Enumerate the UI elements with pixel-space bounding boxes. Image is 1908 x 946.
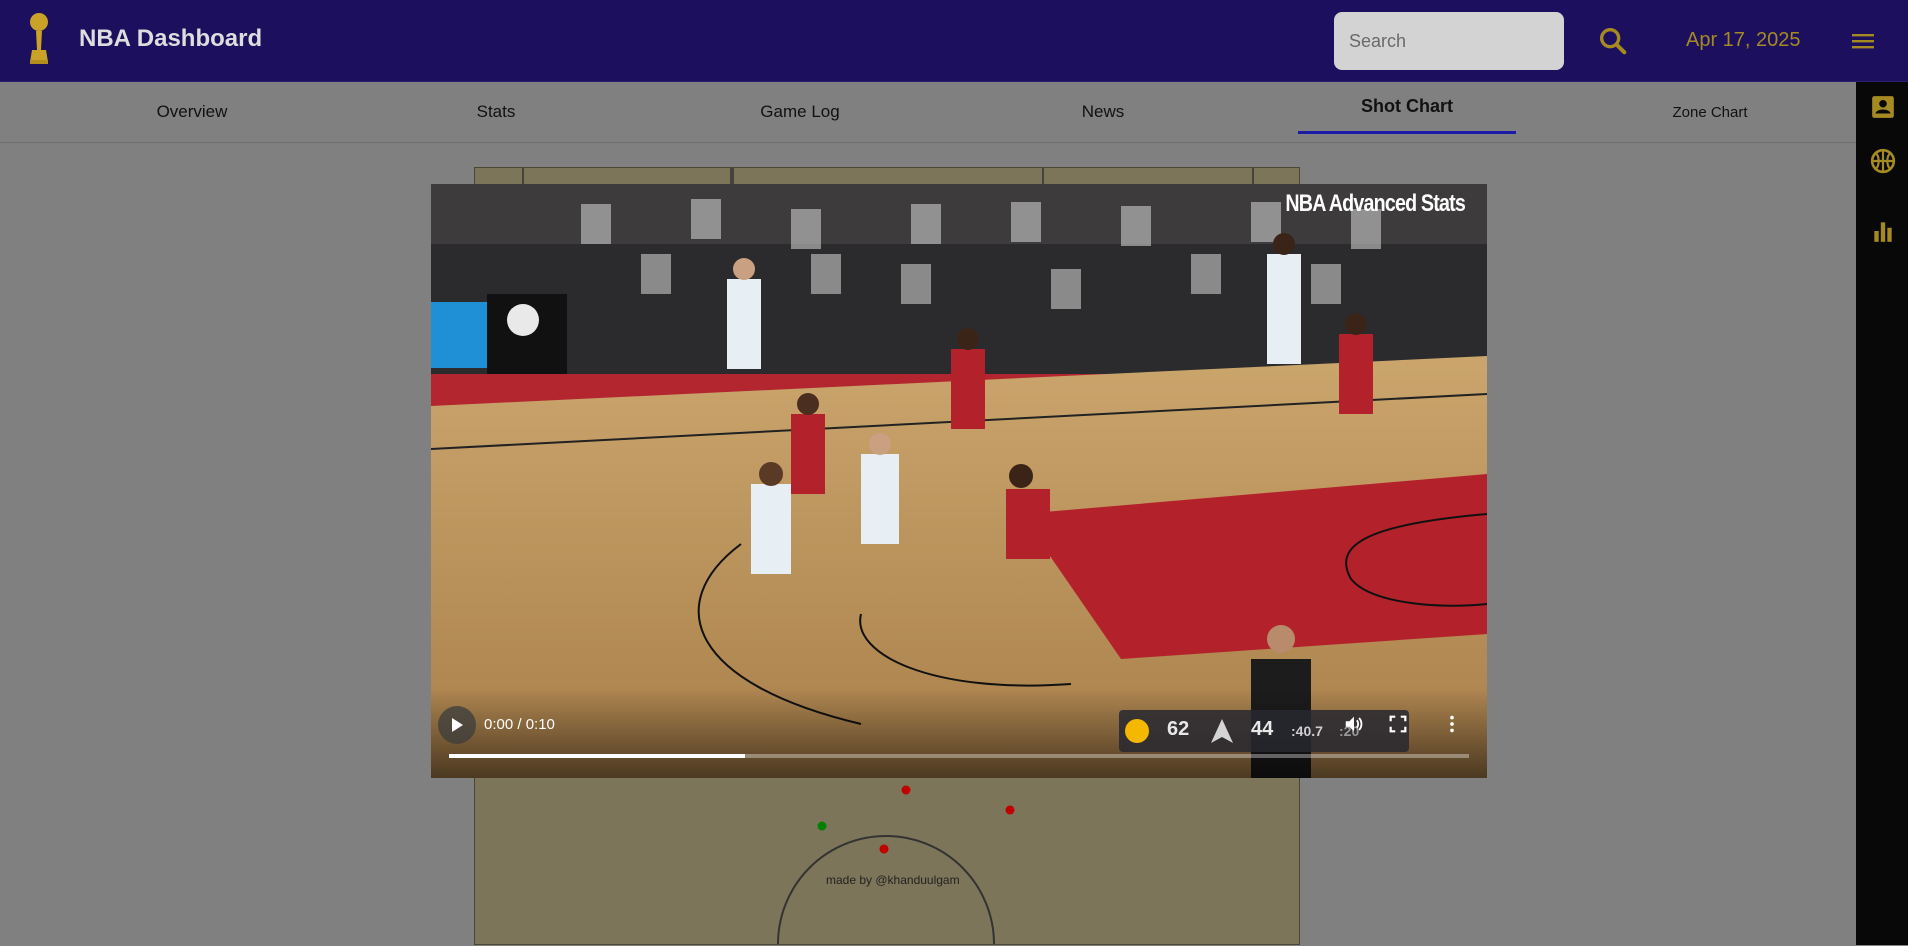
video-watermark: NBA Advanced Stats xyxy=(1285,190,1465,217)
current-date: Apr 17, 2025 xyxy=(1686,29,1801,51)
scorebug: 62 44 :40.7 :20 xyxy=(1119,710,1409,752)
team-logo-icon xyxy=(1125,719,1149,743)
player-card-icon[interactable] xyxy=(1870,94,1896,120)
tab-bar: Overview Stats Game Log News Shot Chart … xyxy=(0,82,1856,143)
shot-marker[interactable] xyxy=(879,844,889,854)
time-display: 0:00 / 0:10 xyxy=(484,716,555,733)
tab-stats[interactable]: Stats xyxy=(396,82,596,142)
tab-shot-chart[interactable]: Shot Chart xyxy=(1298,82,1516,134)
away-score: 62 xyxy=(1167,718,1190,740)
home-score: 44 xyxy=(1251,718,1274,740)
basketball-icon[interactable] xyxy=(1870,148,1896,174)
progress-fill xyxy=(449,754,745,758)
tab-news[interactable]: News xyxy=(1003,82,1203,142)
more-options-icon[interactable] xyxy=(1441,713,1463,735)
hamburger-menu-icon[interactable] xyxy=(1852,31,1874,51)
volume-icon[interactable] xyxy=(1343,713,1365,735)
shot-marker[interactable] xyxy=(817,821,827,831)
play-button[interactable] xyxy=(438,706,476,744)
bar-chart-icon[interactable] xyxy=(1870,218,1896,244)
game-clock: :40.7 xyxy=(1291,723,1323,739)
search-input[interactable] xyxy=(1334,12,1564,70)
play-icon xyxy=(452,718,463,732)
credit-text: made by @khanduulgam xyxy=(826,873,960,887)
shot-marker[interactable] xyxy=(901,785,911,795)
tab-overview[interactable]: Overview xyxy=(92,82,292,142)
video-player[interactable]: NBA Advanced Stats 0:00 / 0:10 62 44 :40… xyxy=(431,184,1487,778)
team-logo-icon xyxy=(1211,719,1233,743)
tab-game-log[interactable]: Game Log xyxy=(700,82,900,142)
trophy-logo-icon[interactable] xyxy=(24,12,60,66)
search-icon[interactable] xyxy=(1596,24,1630,58)
app-title: NBA Dashboard xyxy=(79,25,263,52)
top-bar: NBA Dashboard Apr 17, 2025 xyxy=(0,0,1908,82)
shot-marker[interactable] xyxy=(1005,805,1015,815)
progress-bar[interactable] xyxy=(449,754,1469,758)
side-rail xyxy=(1856,82,1908,945)
fullscreen-icon[interactable] xyxy=(1387,713,1409,735)
tab-zone-chart[interactable]: Zone Chart xyxy=(1610,82,1810,142)
